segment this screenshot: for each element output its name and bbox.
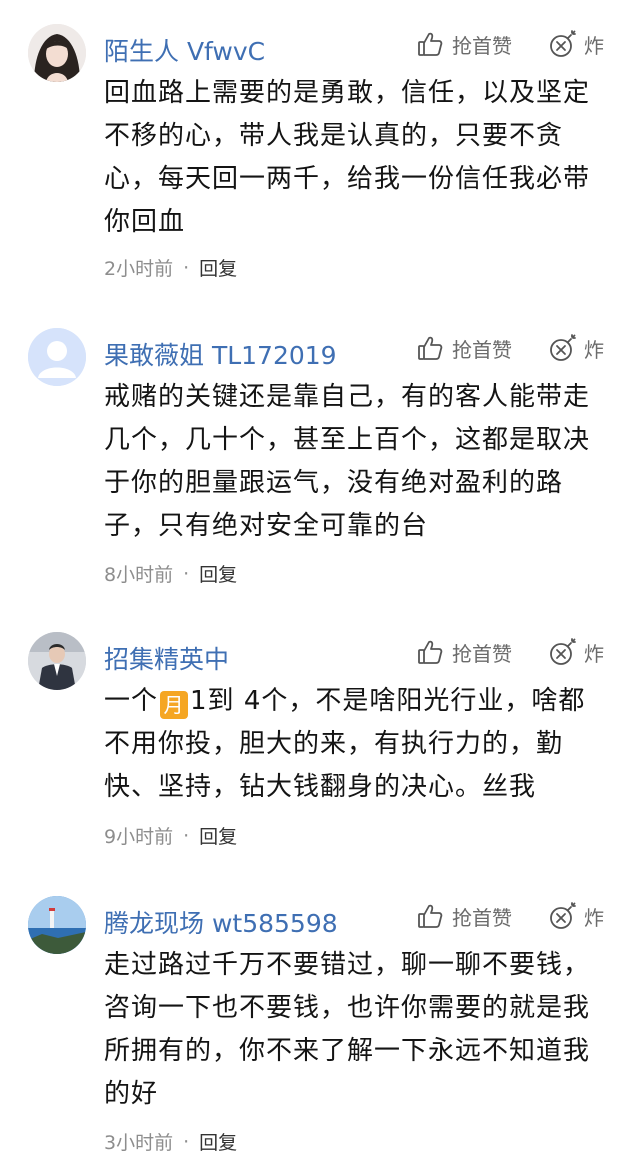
like-label: 抢首赞 [452,337,512,362]
reply-button[interactable]: 回复 [199,254,237,281]
comment-text-start: 一个 [104,686,159,716]
bomb-button[interactable]: 炸 [548,898,604,934]
bomb-button[interactable]: 炸 [548,330,604,366]
comment-text: 一个月 1到 4个，不是啥阳光行业，啥都不用你投，胆大的来，有执行力的，勤快、坚持… [104,680,612,809]
comment-item: 招集精英中 抢首赞 炸 一个月 1到 4个，不是啥阳光行业，啥都不用你投，胆大的来… [0,632,640,858]
bomb-label: 炸 [584,337,604,362]
bomb-icon [550,334,576,361]
bomb-button[interactable]: 炸 [548,634,604,670]
thumbs-up-icon [418,32,443,56]
comment-time: 3小时前 [104,1132,174,1154]
like-button[interactable]: 抢首赞 [416,898,512,934]
comment-item: 腾龙现场 wt585598 抢首赞 炸 走过路过千万不要错过，聊一聊不要钱，咨询… [0,896,640,1164]
separator-dot: · [183,824,190,847]
like-button[interactable]: 抢首赞 [416,330,512,366]
separator-dot: · [183,1130,190,1153]
like-button[interactable]: 抢首赞 [416,26,512,62]
username[interactable]: 腾龙现场 wt585598 [104,904,338,940]
avatar[interactable] [28,24,86,82]
comment-text: 戒赌的关键还是靠自己，有的客人能带走几个，几十个，甚至上百个，这都是取决于你的胆… [104,382,591,541]
month-emoji-icon: 月 [160,691,189,719]
bomb-button[interactable]: 炸 [548,26,604,62]
username[interactable]: 招集精英中 [104,640,229,676]
comment-item: 果敢薇姐 TL172019 抢首赞 炸 戒赌的关键还是靠自己，有的客人能带走几个… [0,328,640,598]
comment-time: 9小时前 [104,826,174,848]
comment-text: 回血路上需要的是勇敢，信任，以及坚定不移的心，带人我是认真的，只要不贪心，每天回… [104,78,591,237]
comment-meta: 9小时前 · 回复 [104,822,237,849]
username[interactable]: 陌生人 VfwvC [104,32,265,68]
thumbs-up-icon [418,640,443,664]
thumbs-up-icon [418,904,443,928]
avatar[interactable] [28,328,86,386]
avatar[interactable] [28,632,86,690]
reply-button[interactable]: 回复 [199,560,237,587]
like-label: 抢首赞 [452,905,512,930]
bomb-icon [550,638,576,665]
like-label: 抢首赞 [452,641,512,666]
bomb-label: 炸 [584,33,604,58]
comment-text: 走过路过千万不要错过，聊一聊不要钱，咨询一下也不要钱，也许你需要的就是我所拥有的… [104,950,591,1109]
like-button[interactable]: 抢首赞 [416,634,512,670]
bomb-icon [550,30,576,57]
bomb-icon [550,902,576,929]
comment-time: 8小时前 [104,564,174,586]
comment-meta: 2小时前 · 回复 [104,254,237,281]
comment-item: 陌生人 VfwvC 抢首赞 炸 回血路上需要的是勇敢，信任，以及坚定不移的心，带… [0,24,640,294]
comment-meta: 3小时前 · 回复 [104,1128,237,1155]
like-label: 抢首赞 [452,33,512,58]
username[interactable]: 果敢薇姐 TL172019 [104,336,337,372]
reply-button[interactable]: 回复 [199,1128,237,1155]
separator-dot: · [183,562,190,585]
comment-meta: 8小时前 · 回复 [104,560,237,587]
separator-dot: · [183,256,190,279]
bomb-label: 炸 [584,905,604,930]
reply-button[interactable]: 回复 [199,822,237,849]
thumbs-up-icon [418,336,443,360]
avatar[interactable] [28,896,86,954]
comment-time: 2小时前 [104,258,174,280]
bomb-label: 炸 [584,641,604,666]
